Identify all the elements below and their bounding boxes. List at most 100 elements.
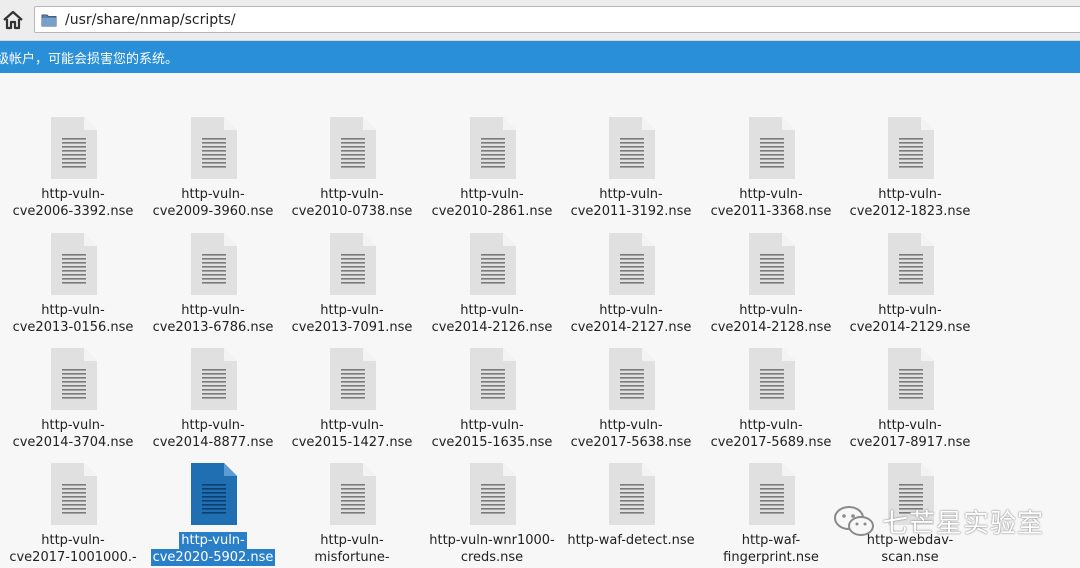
file-item[interactable]: http-waf-detect.nse bbox=[561, 462, 701, 568]
file-name-line: http-vuln- bbox=[41, 533, 105, 548]
file-name-label: http-vuln-cve2012-1823.nse bbox=[840, 186, 980, 220]
file-name-line: http-vuln- bbox=[320, 303, 384, 318]
file-name-line: cve2012-1823.nse bbox=[849, 204, 971, 219]
file-name-label: http-vuln-cve2014-2127.nse bbox=[561, 302, 701, 336]
document-icon bbox=[191, 117, 237, 179]
file-item[interactable]: http-vuln-cve2014-8877.nse bbox=[143, 347, 283, 457]
file-name-line: http-vuln- bbox=[878, 303, 942, 318]
file-item[interactable]: http-vuln-cve2011-3368.nse bbox=[701, 116, 841, 226]
document-icon bbox=[51, 348, 97, 410]
location-bar[interactable]: /usr/share/nmap/scripts/ bbox=[34, 6, 1080, 33]
file-item[interactable]: http-vuln-cve2014-3704.nse bbox=[3, 347, 143, 457]
location-path[interactable]: /usr/share/nmap/scripts/ bbox=[65, 12, 236, 28]
file-item[interactable]: http-vuln-cve2014-2126.nse bbox=[422, 232, 562, 342]
file-name-label: http-vuln-cve2017-8917.nse bbox=[840, 417, 980, 451]
home-button[interactable] bbox=[0, 6, 26, 34]
file-item[interactable]: http-vuln-cve2012-1823.nse bbox=[840, 116, 980, 226]
document-icon bbox=[191, 463, 237, 525]
file-name-line: cve2017-5689.nse bbox=[710, 435, 832, 450]
file-item[interactable]: http-vuln-cve2017-5638.nse bbox=[561, 347, 701, 457]
watermark: 七芒星实验室 bbox=[832, 503, 1062, 539]
file-item[interactable]: http-vuln-cve2014-2128.nse bbox=[701, 232, 841, 342]
file-name-line: cve2015-1635.nse bbox=[431, 435, 553, 450]
file-name-label: http-vuln-cve2020-5902.nse bbox=[143, 532, 283, 566]
file-name-line: cve2014-3704.nse bbox=[12, 435, 134, 450]
file-item[interactable]: http-vuln-misfortune- bbox=[282, 462, 422, 568]
file-name-line: http-vuln- bbox=[460, 303, 524, 318]
file-name-label: http-vuln-cve2015-1427.nse bbox=[282, 417, 422, 451]
file-item[interactable]: http-vuln-cve2015-1635.nse bbox=[422, 347, 562, 457]
watermark-text: 七芒星实验室 bbox=[882, 508, 1045, 539]
file-name-label: http-waf-detect.nse bbox=[561, 532, 701, 549]
file-name-line: cve2017-5638.nse bbox=[570, 435, 692, 450]
location-toolbar: /usr/share/nmap/scripts/ bbox=[0, 0, 1080, 41]
file-name-line: http-vuln-wnr1000- bbox=[429, 533, 555, 548]
document-icon bbox=[609, 348, 655, 410]
file-name-line: cve2009-3960.nse bbox=[152, 204, 274, 219]
file-name-label: http-vuln-cve2017-5638.nse bbox=[561, 417, 701, 451]
file-name-line: cve2014-2126.nse bbox=[431, 320, 553, 335]
document-icon bbox=[330, 233, 376, 295]
document-icon bbox=[51, 117, 97, 179]
file-item[interactable]: http-vuln-cve2013-6786.nse bbox=[143, 232, 283, 342]
file-name-line: http-vuln- bbox=[599, 187, 663, 202]
file-name-line: cve2014-2128.nse bbox=[710, 320, 832, 335]
file-item-selected[interactable]: http-vuln-cve2020-5902.nse bbox=[143, 462, 283, 568]
file-name-label: http-vuln-cve2010-0738.nse bbox=[282, 186, 422, 220]
document-icon bbox=[191, 348, 237, 410]
file-name-line: http-vuln- bbox=[739, 187, 803, 202]
file-name-line: http-vuln- bbox=[460, 418, 524, 433]
file-item[interactable]: http-waf-fingerprint.nse bbox=[701, 462, 841, 568]
file-name-line: http-waf- bbox=[741, 533, 801, 548]
file-name-label: http-vuln-cve2011-3368.nse bbox=[701, 186, 841, 220]
file-item[interactable]: http-vuln-wnr1000- creds.nse bbox=[422, 462, 562, 568]
file-name-line: cve2017-8917.nse bbox=[849, 435, 971, 450]
banner-text: 级帐户，可能会损害您的系统。 bbox=[0, 51, 179, 67]
folder-icon bbox=[41, 13, 57, 27]
file-name-label: http-vuln-cve2014-3704.nse bbox=[3, 417, 143, 451]
file-name-line: http-vuln- bbox=[320, 533, 384, 548]
file-name-line: cve2017-1001000.- bbox=[9, 550, 137, 565]
file-item[interactable]: http-vuln-cve2017-1001000.- bbox=[3, 462, 143, 568]
file-name-label: http-vuln-wnr1000- creds.nse bbox=[422, 532, 562, 566]
file-item[interactable]: http-vuln-cve2011-3192.nse bbox=[561, 116, 701, 226]
document-icon bbox=[470, 117, 516, 179]
file-item[interactable]: http-vuln-cve2013-0156.nse bbox=[3, 232, 143, 342]
file-item[interactable]: http-vuln-cve2006-3392.nse bbox=[3, 116, 143, 226]
file-name-line: http-vuln- bbox=[41, 418, 105, 433]
file-item[interactable]: http-vuln-cve2017-5689.nse bbox=[701, 347, 841, 457]
file-name-label: http-vuln-cve2013-0156.nse bbox=[3, 302, 143, 336]
file-item[interactable]: http-vuln-cve2014-2127.nse bbox=[561, 232, 701, 342]
file-item[interactable]: http-vuln-cve2010-0738.nse bbox=[282, 116, 422, 226]
file-name-line: http-vuln- bbox=[320, 418, 384, 433]
file-name-label: http-vuln-cve2010-2861.nse bbox=[422, 186, 562, 220]
file-grid[interactable]: http-unsafe-output-escaping.nsehttp-user… bbox=[0, 73, 1080, 568]
root-warning-banner: 级帐户，可能会损害您的系统。 bbox=[0, 41, 1080, 73]
file-name-line: creds.nse bbox=[460, 550, 524, 565]
file-item[interactable]: http-vuln-cve2014-2129.nse bbox=[840, 232, 980, 342]
file-item[interactable]: http-vuln-cve2013-7091.nse bbox=[282, 232, 422, 342]
file-item[interactable]: http-vuln-cve2015-1427.nse bbox=[282, 347, 422, 457]
file-item[interactable]: http-vuln-cve2017-8917.nse bbox=[840, 347, 980, 457]
document-icon bbox=[51, 233, 97, 295]
document-icon bbox=[888, 117, 934, 179]
file-item[interactable]: http-vuln-cve2010-2861.nse bbox=[422, 116, 562, 226]
document-icon bbox=[470, 463, 516, 525]
document-icon bbox=[330, 117, 376, 179]
file-name-line: http-vuln- bbox=[599, 303, 663, 318]
file-name-line: cve2010-0738.nse bbox=[291, 204, 413, 219]
document-icon bbox=[749, 117, 795, 179]
file-name-line: http-vuln- bbox=[739, 303, 803, 318]
file-name-label: http-vuln-cve2015-1635.nse bbox=[422, 417, 562, 451]
file-name-line: cve2013-7091.nse bbox=[291, 320, 413, 335]
file-item[interactable]: http-vuln-cve2009-3960.nse bbox=[143, 116, 283, 226]
file-name-line: scan.nse bbox=[881, 550, 939, 565]
document-icon bbox=[470, 348, 516, 410]
file-name-label: http-vuln-cve2006-3392.nse bbox=[3, 186, 143, 220]
file-name-line: http-vuln- bbox=[320, 187, 384, 202]
file-name-line: misfortune- bbox=[314, 550, 390, 565]
document-icon bbox=[330, 348, 376, 410]
document-icon bbox=[51, 463, 97, 525]
document-icon bbox=[749, 233, 795, 295]
file-name-line: cve2015-1427.nse bbox=[291, 435, 413, 450]
